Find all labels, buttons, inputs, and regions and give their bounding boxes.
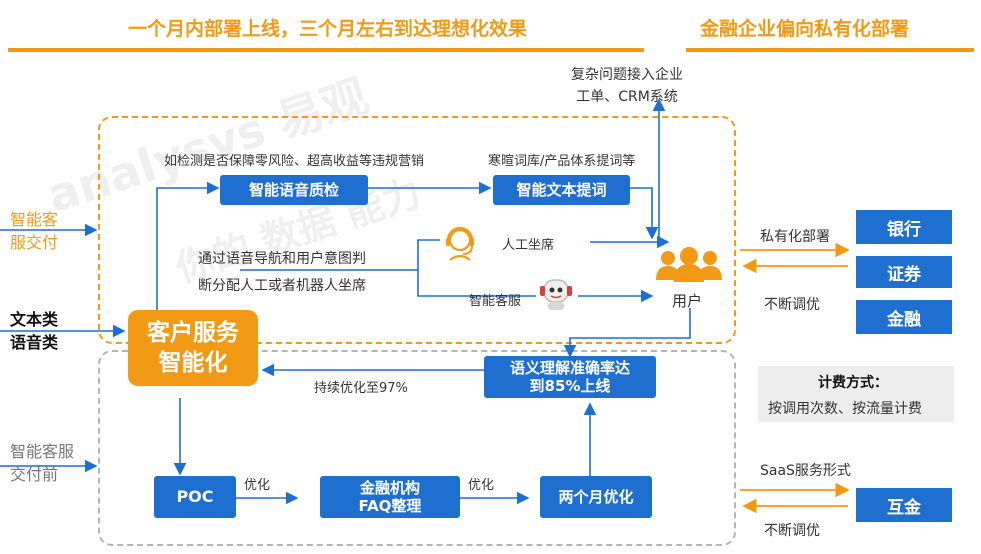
semantic-accuracy-box: 语义理解准确率达 到85%上线 xyxy=(484,356,656,398)
optimize-note-2: 优化 xyxy=(468,478,495,493)
user-label: 用户 xyxy=(672,292,703,310)
billing-detail: 按调用次数、按流量计费 xyxy=(768,401,922,417)
routing-note: 通过语音导航和用户意图判 断分配人工或者机器人坐席 xyxy=(198,251,366,294)
text-extract-box: 智能文本提词 xyxy=(493,175,630,205)
bank-box: 银行 xyxy=(856,210,952,244)
tune-label-2: 不断调优 xyxy=(764,523,820,539)
private-deploy-label: 私有化部署 xyxy=(760,229,830,245)
human-agent-label: 人工坐席 xyxy=(502,238,555,253)
extract-note: 寒暄词库/产品体系提词等 xyxy=(488,154,636,169)
input-type-label: 文本类 语音类 xyxy=(10,310,59,352)
users-icon xyxy=(652,246,726,284)
voice-qc-box: 智能语音质检 xyxy=(220,175,368,205)
faq-box: 金融机构 FAQ整理 xyxy=(320,476,460,518)
delivery-label: 智能客 服交付 xyxy=(10,210,59,252)
optimize-note-1: 优化 xyxy=(244,478,271,493)
pre-delivery-label: 智能客服 交付前 xyxy=(10,442,75,484)
saas-label: SaaS服务形式 xyxy=(760,463,851,479)
crm-annotation: 复杂问题接入企业 工单、CRM系统 xyxy=(571,67,683,105)
robot-agent-icon xyxy=(536,274,576,312)
two-month-optimize-box: 两个月优化 xyxy=(540,476,652,518)
continuous-optimize-note: 持续优化至97% xyxy=(314,381,408,396)
qc-note: 如检测是否保障零风险、超高收益等违规营销 xyxy=(164,154,425,169)
customer-service-center-box: 客户服务 智能化 xyxy=(128,310,258,386)
finance-box: 金融 xyxy=(856,300,952,334)
tune-label-1: 不断调优 xyxy=(764,297,820,313)
headset-agent-icon xyxy=(440,222,480,262)
securities-box: 证券 xyxy=(856,256,952,288)
hujin-box: 互金 xyxy=(856,488,952,522)
poc-box: POC xyxy=(154,476,236,518)
bot-agent-label: 智能客服 xyxy=(469,294,522,309)
billing-title: 计费方式： xyxy=(818,375,888,391)
